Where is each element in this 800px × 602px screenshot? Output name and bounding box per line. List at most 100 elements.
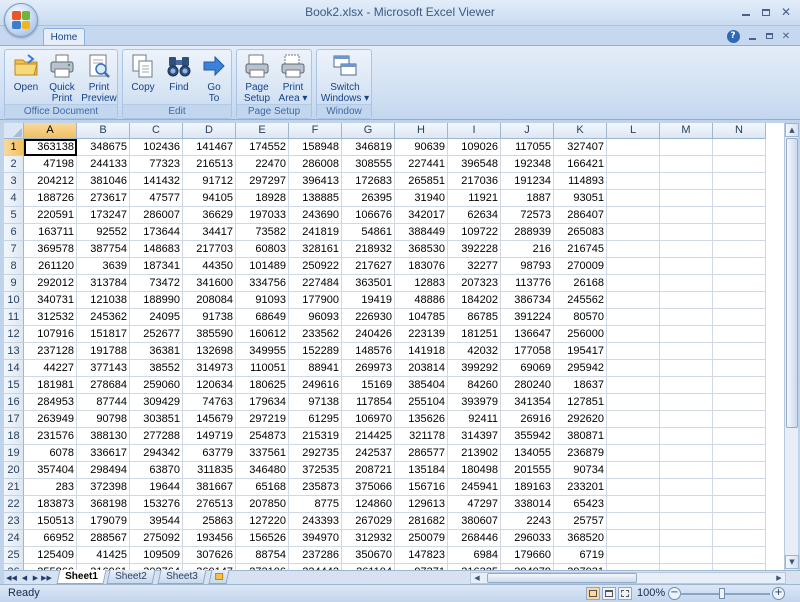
column-header-c[interactable]: C — [130, 123, 183, 139]
cell-b7[interactable]: 387754 — [77, 241, 130, 258]
next-sheet-button[interactable]: ▶ — [30, 572, 41, 583]
cell-g20[interactable]: 208721 — [342, 462, 395, 479]
cell-k20[interactable]: 90734 — [554, 462, 607, 479]
cell-c2[interactable]: 77323 — [130, 156, 183, 173]
cell-b12[interactable]: 151817 — [77, 326, 130, 343]
cell-d20[interactable]: 311835 — [183, 462, 236, 479]
cell-m19[interactable] — [660, 445, 713, 462]
cell-b19[interactable]: 336617 — [77, 445, 130, 462]
cell-n18[interactable] — [713, 428, 766, 445]
cell-a4[interactable]: 188726 — [24, 190, 77, 207]
cell-n3[interactable] — [713, 173, 766, 190]
cell-h4[interactable]: 31940 — [395, 190, 448, 207]
cell-i3[interactable]: 217036 — [448, 173, 501, 190]
cell-c19[interactable]: 294342 — [130, 445, 183, 462]
cell-f6[interactable]: 241819 — [289, 224, 342, 241]
column-header-m[interactable]: M — [660, 123, 713, 139]
cell-f10[interactable]: 177900 — [289, 292, 342, 309]
office-button[interactable] — [4, 3, 38, 37]
cell-j4[interactable]: 1887 — [501, 190, 554, 207]
workbook-minimize-button[interactable] — [743, 27, 761, 45]
cell-g14[interactable]: 269973 — [342, 360, 395, 377]
cell-k6[interactable]: 265083 — [554, 224, 607, 241]
sheet-tab-sheet1[interactable]: Sheet1 — [56, 570, 107, 584]
cell-i10[interactable]: 184202 — [448, 292, 501, 309]
cell-f13[interactable]: 152289 — [289, 343, 342, 360]
cell-h23[interactable]: 281682 — [395, 513, 448, 530]
cell-f12[interactable]: 233562 — [289, 326, 342, 343]
cell-l24[interactable] — [607, 530, 660, 547]
row-header[interactable]: 2 — [4, 156, 24, 173]
cell-a23[interactable]: 150513 — [24, 513, 77, 530]
cell-b16[interactable]: 87744 — [77, 394, 130, 411]
cell-e22[interactable]: 207850 — [236, 496, 289, 513]
cell-c1[interactable]: 102436 — [130, 139, 183, 156]
cell-c14[interactable]: 38552 — [130, 360, 183, 377]
select-all-corner[interactable] — [4, 123, 24, 139]
cell-f24[interactable]: 394970 — [289, 530, 342, 547]
cell-a7[interactable]: 369578 — [24, 241, 77, 258]
row-header[interactable]: 22 — [4, 496, 24, 513]
cell-g19[interactable]: 242537 — [342, 445, 395, 462]
cell-f9[interactable]: 227484 — [289, 275, 342, 292]
cell-m10[interactable] — [660, 292, 713, 309]
cell-i15[interactable]: 84260 — [448, 377, 501, 394]
row-header[interactable]: 5 — [4, 207, 24, 224]
normal-view-button[interactable] — [586, 587, 600, 600]
cell-k25[interactable]: 6719 — [554, 547, 607, 564]
cell-e14[interactable]: 110051 — [236, 360, 289, 377]
cell-d4[interactable]: 94105 — [183, 190, 236, 207]
row-header[interactable]: 6 — [4, 224, 24, 241]
cell-c21[interactable]: 19644 — [130, 479, 183, 496]
cell-k24[interactable]: 368520 — [554, 530, 607, 547]
row-header[interactable]: 18 — [4, 428, 24, 445]
cell-m18[interactable] — [660, 428, 713, 445]
cell-a5[interactable]: 220591 — [24, 207, 77, 224]
cell-m25[interactable] — [660, 547, 713, 564]
cell-l19[interactable] — [607, 445, 660, 462]
cell-l3[interactable] — [607, 173, 660, 190]
cell-n7[interactable] — [713, 241, 766, 258]
row-header[interactable]: 1 — [4, 139, 24, 156]
cell-h10[interactable]: 48886 — [395, 292, 448, 309]
cell-k11[interactable]: 80570 — [554, 309, 607, 326]
cell-c16[interactable]: 309429 — [130, 394, 183, 411]
cell-g15[interactable]: 15169 — [342, 377, 395, 394]
row-header[interactable]: 10 — [4, 292, 24, 309]
cell-j19[interactable]: 134055 — [501, 445, 554, 462]
cell-j8[interactable]: 98793 — [501, 258, 554, 275]
cell-g17[interactable]: 106970 — [342, 411, 395, 428]
cell-n24[interactable] — [713, 530, 766, 547]
cell-c3[interactable]: 141432 — [130, 173, 183, 190]
row-header[interactable]: 23 — [4, 513, 24, 530]
cell-m5[interactable] — [660, 207, 713, 224]
cell-c13[interactable]: 36381 — [130, 343, 183, 360]
cell-d13[interactable]: 132698 — [183, 343, 236, 360]
cell-i2[interactable]: 396548 — [448, 156, 501, 173]
cell-a16[interactable]: 284953 — [24, 394, 77, 411]
cell-c17[interactable]: 303851 — [130, 411, 183, 428]
cell-b1[interactable]: 348675 — [77, 139, 130, 156]
cell-d17[interactable]: 145679 — [183, 411, 236, 428]
scroll-up-button[interactable]: ▲ — [785, 123, 799, 137]
cell-g8[interactable]: 217627 — [342, 258, 395, 275]
cell-n21[interactable] — [713, 479, 766, 496]
cell-h19[interactable]: 286577 — [395, 445, 448, 462]
cell-h9[interactable]: 12883 — [395, 275, 448, 292]
cell-k16[interactable]: 127851 — [554, 394, 607, 411]
cell-c5[interactable]: 286007 — [130, 207, 183, 224]
row-header[interactable]: 3 — [4, 173, 24, 190]
cell-j2[interactable]: 192348 — [501, 156, 554, 173]
workbook-close-button[interactable]: ✕ — [777, 27, 795, 45]
cell-h6[interactable]: 388449 — [395, 224, 448, 241]
cell-l1[interactable] — [607, 139, 660, 156]
cell-i18[interactable]: 314397 — [448, 428, 501, 445]
cell-g10[interactable]: 19419 — [342, 292, 395, 309]
cell-h2[interactable]: 227441 — [395, 156, 448, 173]
cell-b18[interactable]: 388130 — [77, 428, 130, 445]
cell-b11[interactable]: 245362 — [77, 309, 130, 326]
print-area-button[interactable]: Print Area ▾ — [275, 52, 311, 104]
row-header[interactable]: 19 — [4, 445, 24, 462]
cell-j22[interactable]: 338014 — [501, 496, 554, 513]
cell-a24[interactable]: 66952 — [24, 530, 77, 547]
